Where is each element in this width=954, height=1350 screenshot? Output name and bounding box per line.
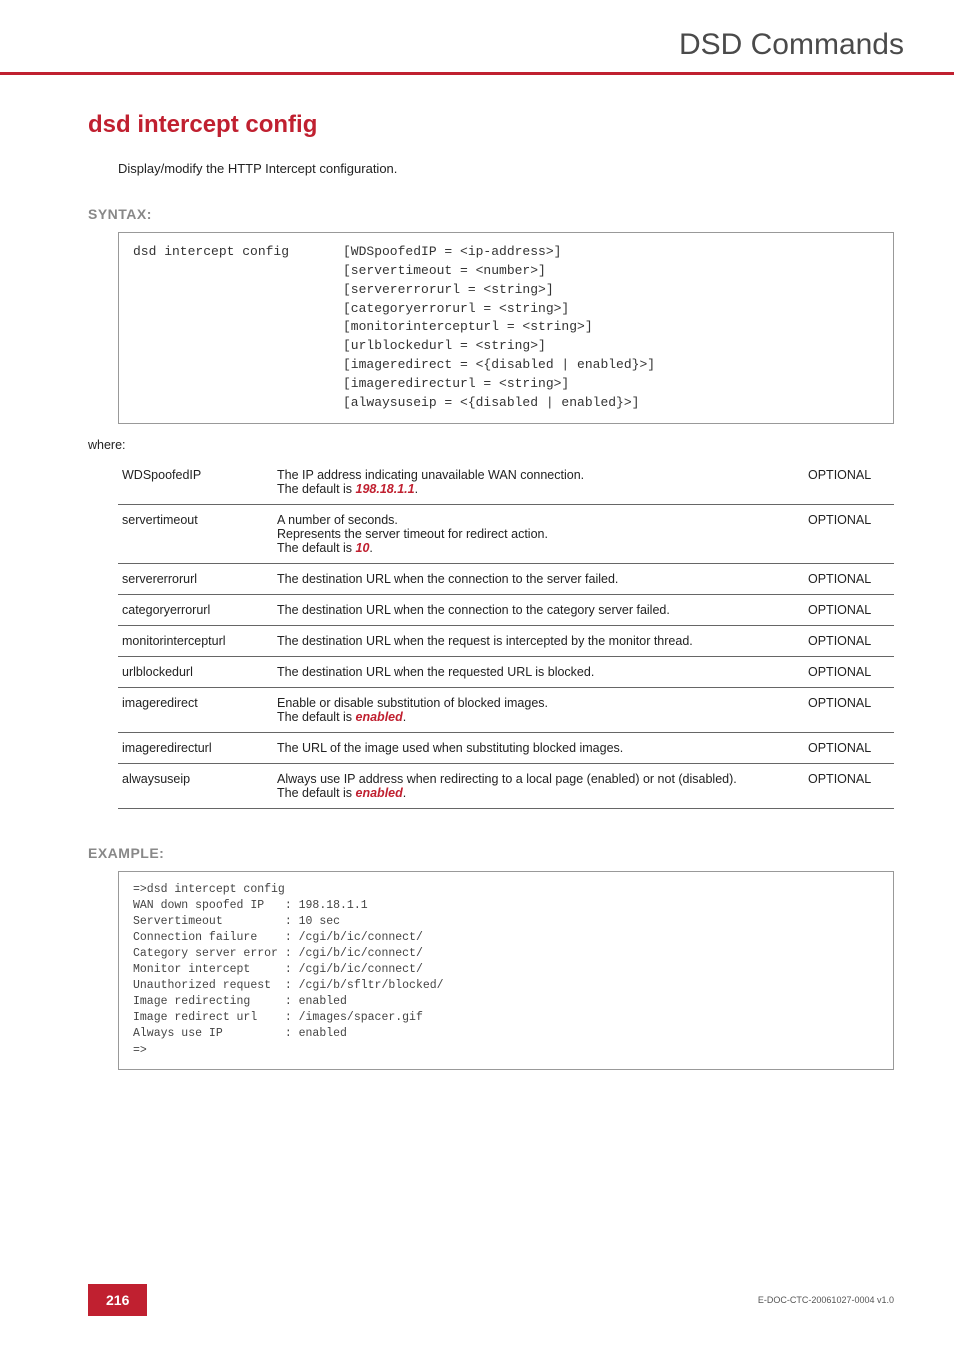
- param-default: 10: [356, 541, 370, 555]
- param-description: The URL of the image used when substitut…: [273, 732, 804, 763]
- param-row: servererrorurlThe destination URL when t…: [118, 563, 894, 594]
- param-description: Enable or disable substitution of blocke…: [273, 687, 804, 732]
- example-label: EXAMPLE:: [88, 845, 894, 861]
- param-description: The destination URL when the request is …: [273, 625, 804, 656]
- param-name: categoryerrorurl: [118, 594, 273, 625]
- param-optional: OPTIONAL: [804, 656, 894, 687]
- param-default: enabled: [356, 786, 403, 800]
- header-title: DSD Commands: [0, 28, 904, 62]
- param-row: monitorintercepturlThe destination URL w…: [118, 625, 894, 656]
- param-optional: OPTIONAL: [804, 687, 894, 732]
- page-footer: 216 E-DOC-CTC-20061027-0004 v1.0: [0, 1284, 954, 1316]
- page-content: dsd intercept config Display/modify the …: [0, 75, 954, 1070]
- param-description: The destination URL when the connection …: [273, 594, 804, 625]
- param-name: alwaysuseip: [118, 763, 273, 808]
- syntax-args: [WDSpoofedIP = <ip-address>] [servertime…: [343, 243, 879, 413]
- param-row: categoryerrorurlThe destination URL when…: [118, 594, 894, 625]
- page-number: 216: [88, 1284, 147, 1316]
- param-description: The destination URL when the connection …: [273, 563, 804, 594]
- param-description: Always use IP address when redirecting t…: [273, 763, 804, 808]
- page-header: DSD Commands: [0, 0, 954, 75]
- param-row: imageredirecturlThe URL of the image use…: [118, 732, 894, 763]
- param-optional: OPTIONAL: [804, 460, 894, 505]
- param-name: monitorintercepturl: [118, 625, 273, 656]
- parameter-table: WDSpoofedIPThe IP address indicating una…: [118, 460, 894, 809]
- param-row: imageredirectEnable or disable substitut…: [118, 687, 894, 732]
- param-name: servererrorurl: [118, 563, 273, 594]
- syntax-label: SYNTAX:: [88, 206, 894, 222]
- syntax-box: dsd intercept config [WDSpoofedIP = <ip-…: [118, 232, 894, 424]
- param-name: imageredirecturl: [118, 732, 273, 763]
- param-optional: OPTIONAL: [804, 625, 894, 656]
- param-description: The destination URL when the requested U…: [273, 656, 804, 687]
- command-intro: Display/modify the HTTP Intercept config…: [118, 161, 894, 176]
- param-name: WDSpoofedIP: [118, 460, 273, 505]
- param-optional: OPTIONAL: [804, 732, 894, 763]
- param-row: servertimeoutA number of seconds.Represe…: [118, 504, 894, 563]
- param-row: urlblockedurlThe destination URL when th…: [118, 656, 894, 687]
- param-optional: OPTIONAL: [804, 563, 894, 594]
- param-description: A number of seconds.Represents the serve…: [273, 504, 804, 563]
- param-default: enabled: [356, 710, 403, 724]
- command-title: dsd intercept config: [88, 111, 894, 139]
- param-row: alwaysuseipAlways use IP address when re…: [118, 763, 894, 808]
- param-optional: OPTIONAL: [804, 504, 894, 563]
- param-name: servertimeout: [118, 504, 273, 563]
- example-box: =>dsd intercept config WAN down spoofed …: [118, 871, 894, 1070]
- param-default: 198.18.1.1: [356, 482, 415, 496]
- param-optional: OPTIONAL: [804, 763, 894, 808]
- where-label: where:: [88, 438, 894, 452]
- param-optional: OPTIONAL: [804, 594, 894, 625]
- param-name: imageredirect: [118, 687, 273, 732]
- syntax-command: dsd intercept config: [133, 243, 343, 413]
- doc-id: E-DOC-CTC-20061027-0004 v1.0: [758, 1295, 894, 1305]
- param-name: urlblockedurl: [118, 656, 273, 687]
- param-description: The IP address indicating unavailable WA…: [273, 460, 804, 505]
- param-row: WDSpoofedIPThe IP address indicating una…: [118, 460, 894, 505]
